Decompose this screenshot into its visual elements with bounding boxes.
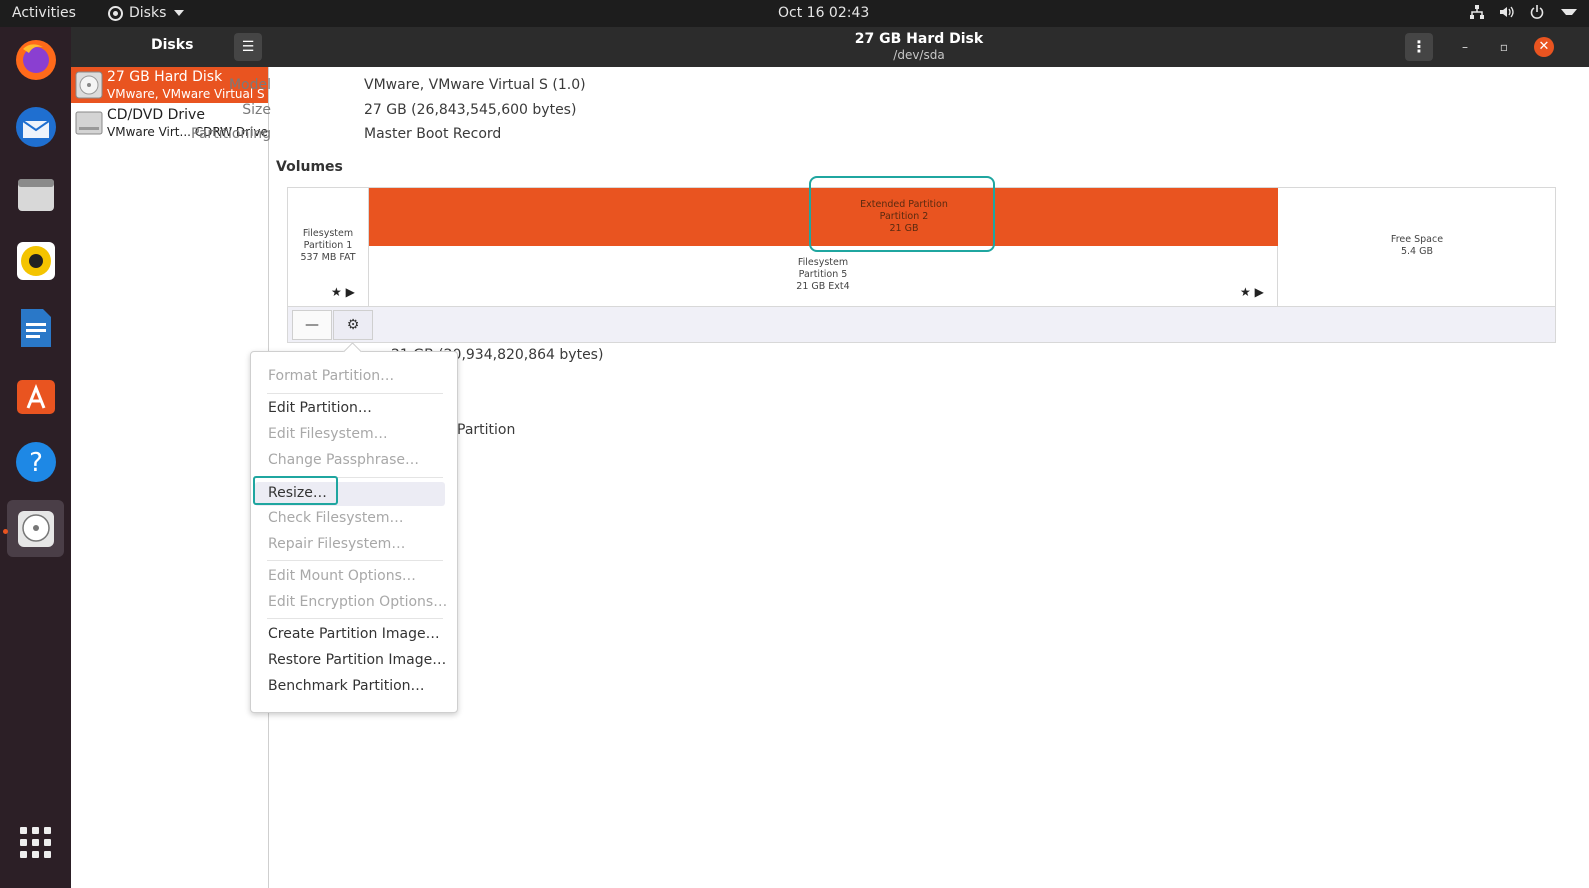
optical-drive-icon — [75, 109, 103, 137]
files-icon[interactable] — [7, 165, 64, 222]
system-tray[interactable] — [1469, 4, 1577, 20]
thunderbird-icon[interactable] — [7, 98, 64, 155]
mounted-star-icon: ★ ▶ — [331, 285, 355, 299]
remove-partition-button[interactable]: — — [292, 310, 332, 340]
activities-button[interactable]: Activities — [12, 5, 76, 21]
extended-partition-highlight — [809, 176, 995, 252]
menu-item-edit-filesystem[interactable]: Edit Filesystem… — [268, 426, 388, 442]
window-title: 27 GB Hard Disk — [854, 31, 984, 47]
free-space-size: 5.4 GB — [1400, 246, 1433, 257]
network-icon[interactable] — [1469, 4, 1485, 20]
sidebar-title: Disks — [151, 37, 194, 53]
hard-disk-icon — [75, 71, 103, 99]
extended-partition-block[interactable]: Extended Partition Partition 2 21 GB — [369, 176, 1278, 252]
maximize-button[interactable]: ▫ — [1494, 37, 1514, 57]
menu-separator — [267, 618, 443, 619]
volume-toolbar: — ⚙ — [288, 306, 1555, 342]
show-applications-icon[interactable] — [20, 827, 51, 858]
model-value: VMware, VMware Virtual S (1.0) — [364, 77, 586, 93]
size-label: Size — [242, 102, 271, 118]
disks-icon[interactable] — [7, 500, 64, 557]
partition-1-type: Filesystem — [302, 228, 354, 239]
partition-type-value: Partition — [457, 422, 516, 438]
free-space-block[interactable]: Free Space 5.4 GB — [1278, 188, 1556, 306]
writer-icon[interactable] — [7, 299, 64, 356]
menu-item-restore-partition-image[interactable]: Restore Partition Image… — [268, 652, 446, 668]
power-icon[interactable] — [1529, 4, 1545, 20]
help-icon[interactable]: ? — [7, 433, 64, 490]
volume-icon[interactable] — [1499, 4, 1515, 20]
menu-item-edit-partition[interactable]: Edit Partition… — [268, 400, 372, 416]
menu-separator — [267, 393, 443, 394]
software-icon[interactable] — [7, 366, 64, 423]
menu-item-check-filesystem[interactable]: Check Filesystem… — [268, 510, 404, 526]
partition-1-block[interactable]: Filesystem Partition 1 537 MB FAT ★ ▶ — [288, 188, 369, 306]
svg-text:?: ? — [29, 448, 43, 478]
close-button[interactable]: ✕ — [1534, 37, 1554, 57]
chevron-down-icon[interactable] — [1559, 4, 1577, 20]
drive-options-button[interactable]: ⋮ — [1405, 33, 1433, 61]
rhythmbox-icon[interactable] — [7, 232, 64, 289]
partition-5-name: Partition 5 — [798, 269, 848, 280]
drive-list: 27 GB Hard Disk VMware, VMware Virtual S… — [71, 67, 269, 888]
partitioning-label: Partitioning — [191, 126, 271, 142]
partitioning-value: Master Boot Record — [364, 126, 502, 142]
menu-item-format-partition[interactable]: Format Partition… — [268, 368, 394, 384]
resize-highlight — [253, 476, 338, 505]
partition-1-size: 537 MB FAT — [300, 252, 356, 263]
partition-5-block[interactable]: Filesystem Partition 5 21 GB Ext4 ★ ▶ — [369, 246, 1278, 306]
menu-item-edit-mount-options[interactable]: Edit Mount Options… — [268, 568, 416, 584]
mounted-star-icon: ★ ▶ — [1240, 285, 1264, 299]
app-menu-label: Disks — [129, 5, 167, 21]
menu-item-edit-encryption-options[interactable]: Edit Encryption Options… — [268, 594, 447, 610]
chevron-down-icon — [174, 10, 185, 16]
model-label: Model — [228, 77, 271, 93]
menu-item-benchmark-partition[interactable]: Benchmark Partition… — [268, 678, 425, 694]
app-menu[interactable]: Disks — [108, 5, 185, 21]
dock: ? — [0, 27, 71, 888]
clock[interactable]: Oct 16 02:43 — [778, 5, 869, 21]
volumes-heading: Volumes — [276, 159, 343, 175]
menu-item-change-passphrase[interactable]: Change Passphrase… — [268, 452, 419, 468]
free-space-label: Free Space — [1390, 234, 1444, 245]
top-bar: Activities Disks Oct 16 02:43 — [0, 0, 1589, 27]
partition-5-type: Filesystem — [797, 257, 849, 268]
sidebar-header: Disks ☰ — [71, 27, 269, 67]
window-subtitle: /dev/sda — [893, 48, 945, 62]
partition-5-size: 21 GB Ext4 — [796, 281, 850, 292]
volume-map: Filesystem Partition 1 537 MB FAT ★ ▶ Ex… — [287, 176, 1556, 343]
size-value: 27 GB (26,843,545,600 bytes) — [364, 102, 577, 118]
menu-separator — [267, 560, 443, 561]
hamburger-menu-button[interactable]: ☰ — [234, 33, 262, 61]
header-bar: 27 GB Hard Disk /dev/sda ⋮ – ▫ ✕ — [269, 27, 1589, 67]
running-indicator — [3, 529, 8, 534]
menu-item-repair-filesystem[interactable]: Repair Filesystem… — [268, 536, 405, 552]
menu-item-create-partition-image[interactable]: Create Partition Image… — [268, 626, 440, 642]
minimize-button[interactable]: – — [1455, 37, 1475, 57]
disks-app-icon — [108, 5, 123, 21]
partition-options-menu: Format Partition… Edit Partition… Edit F… — [250, 351, 458, 713]
firefox-icon[interactable] — [7, 31, 64, 88]
partition-1-name: Partition 1 — [303, 240, 353, 251]
partition-settings-gear-icon[interactable]: ⚙ — [333, 310, 373, 340]
